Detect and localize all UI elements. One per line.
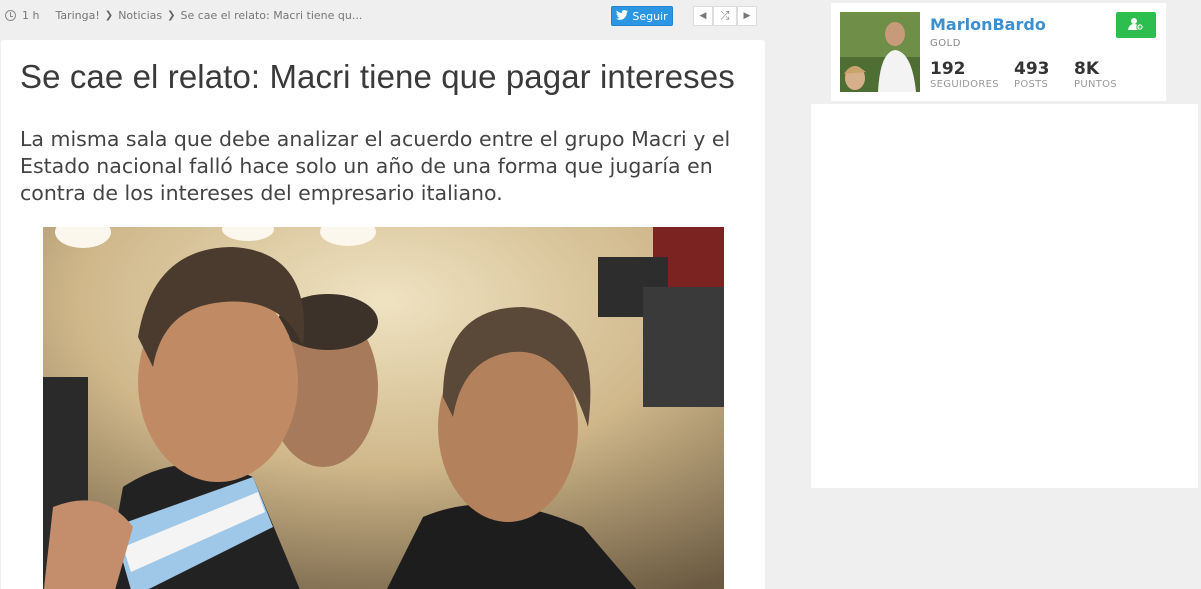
followers-label: SEGUIDORES bbox=[930, 79, 999, 90]
chevron-right-icon: ▶ bbox=[743, 11, 751, 21]
follow-label: Seguir bbox=[632, 9, 668, 23]
article-card: Se cae el relato: Macri tiene que pagar … bbox=[1, 40, 765, 589]
chevron-right-icon: ❯ bbox=[167, 10, 176, 21]
breadcrumb-current: Se cae el relato: Macri tiene qu... bbox=[180, 9, 363, 22]
add-user-icon bbox=[1128, 16, 1144, 35]
top-bar: 1 h Taringa! ❯ Noticias ❯ Se cae el rela… bbox=[0, 0, 765, 34]
next-post-button[interactable]: ▶ bbox=[737, 6, 757, 26]
twitter-follow-button[interactable]: Seguir bbox=[611, 6, 673, 26]
article-title: Se cae el relato: Macri tiene que pagar … bbox=[20, 58, 735, 95]
points-count: 8K bbox=[1074, 59, 1100, 79]
points-label: PUNTOS bbox=[1074, 79, 1117, 90]
posts-label: POSTS bbox=[1014, 79, 1049, 90]
chevron-left-icon: ◀ bbox=[699, 11, 707, 21]
breadcrumb-home-link[interactable]: Taringa! bbox=[55, 9, 99, 22]
posts-count: 493 bbox=[1014, 59, 1050, 79]
followers-stat: 192 SEGUIDORES bbox=[930, 59, 1000, 90]
post-age: 1 h bbox=[22, 9, 40, 22]
follow-user-button[interactable] bbox=[1116, 12, 1156, 38]
breadcrumb-category-link[interactable]: Noticias bbox=[118, 9, 162, 22]
author-username[interactable]: MarlonBardo bbox=[930, 15, 1046, 34]
previous-post-button[interactable]: ◀ bbox=[693, 6, 713, 26]
author-avatar[interactable] bbox=[840, 12, 920, 92]
random-post-button[interactable]: ⤮ bbox=[713, 6, 737, 26]
twitter-bird-icon bbox=[616, 9, 629, 23]
post-navigation: ◀ ⤮ ▶ bbox=[693, 6, 757, 26]
clock-icon bbox=[5, 10, 16, 21]
points-stat: 8K PUNTOS bbox=[1074, 59, 1134, 90]
sidebar-ad-box bbox=[811, 104, 1198, 488]
article-lede: La misma sala que debe analizar el acuer… bbox=[20, 127, 731, 205]
article-photo bbox=[43, 227, 724, 589]
chevron-right-icon: ❯ bbox=[104, 10, 114, 21]
author-card: MarlonBardo GOLD 192 SEGUIDORES 493 POST… bbox=[831, 3, 1166, 101]
breadcrumb: 1 h Taringa! ❯ Noticias ❯ Se cae el rela… bbox=[5, 9, 362, 22]
photo-illustration bbox=[43, 227, 724, 589]
author-rank: GOLD bbox=[930, 38, 961, 49]
shuffle-icon: ⤮ bbox=[720, 9, 730, 22]
followers-count: 192 bbox=[930, 59, 966, 79]
avatar-image bbox=[840, 12, 920, 92]
posts-stat: 493 POSTS bbox=[1014, 59, 1060, 90]
author-stats: 192 SEGUIDORES 493 POSTS 8K PUNTOS bbox=[930, 59, 1148, 90]
